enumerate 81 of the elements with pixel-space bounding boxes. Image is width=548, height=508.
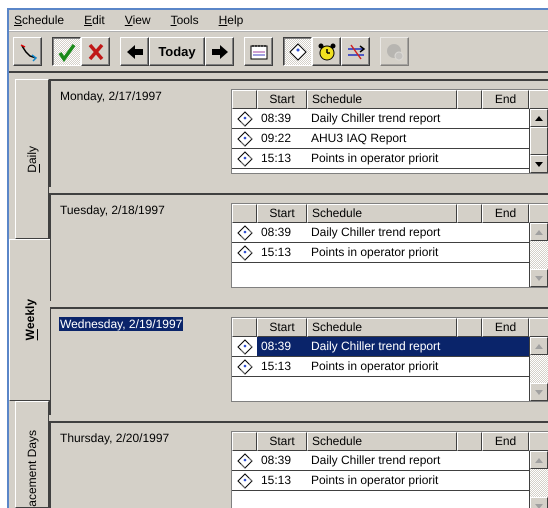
curved-arrow-button[interactable] [13,37,42,66]
right-arrow-button[interactable] [205,37,234,66]
table-cell-text: Daily Chiller trend report [310,224,442,241]
table-cell-text: Daily Chiller trend report [310,338,442,355]
table-cell-text: 08:39 [260,110,292,127]
column-header: End [482,432,529,451]
column-header: Start [257,318,307,337]
table-cell-text: 15:13 [260,472,292,489]
table-cell-text: 09:22 [260,130,292,147]
menu-item[interactable]: Help [218,13,244,27]
table-cell-text: 15:13 [260,244,292,261]
tab[interactable]: Weekly [9,239,50,401]
table-cell-text: Points in operator priorit [310,472,440,489]
table-cell-text: Points in operator priorit [310,244,440,261]
table-cell-text: AHU3 IAQ Report [310,130,408,147]
table-cell-text: Points in operator priorit [310,150,440,167]
menu-item[interactable]: Tools [170,13,199,27]
column-header: Start [257,432,307,451]
crossing-arrows-button[interactable] [341,37,370,66]
left-arrow-button[interactable] [120,37,149,66]
schedule-icon [288,42,308,62]
alarm-clock-icon [316,42,336,62]
table-cell-text: 08:39 [260,338,292,355]
schedule-icon [236,224,252,240]
down-arrow-icon [535,162,543,166]
up-arrow-icon [535,344,543,348]
up-arrow-icon [535,458,543,462]
column-header: Start [257,90,307,109]
check-button[interactable] [52,37,81,66]
schedule-icon [236,338,252,354]
table-row[interactable]: 15:13 Points in operator priorit [232,471,529,491]
date-label: Monday, 2/17/1997 [59,89,163,103]
tab[interactable]: Daily [15,79,49,239]
schedule-icon [236,110,252,126]
table-cell-text: 08:39 [260,224,292,241]
schedule-button[interactable] [283,37,312,66]
table-cell-text: Points in operator priorit [310,358,440,375]
menu-item[interactable]: Edit [84,13,105,27]
down-arrow-icon [535,390,543,394]
table-cell-text: 15:13 [260,358,292,375]
table-cell-text: Daily Chiller trend report [310,452,442,469]
column-header: Schedule [307,204,457,223]
table-row[interactable]: 08:39 Daily Chiller trend report [232,337,529,357]
column-header: End [482,204,529,223]
down-arrow-icon [535,276,543,280]
schedule-icon [236,472,252,488]
table-cell-text: 15:13 [260,150,292,167]
column-header: Schedule [307,432,457,451]
date-label: Tuesday, 2/18/1997 [59,203,166,217]
check-icon [56,42,76,62]
column-header: End [482,90,529,109]
table-cell-text: 08:39 [260,452,292,469]
up-arrow-icon [535,116,543,120]
table-row[interactable]: 15:13 Points in operator priorit [232,243,529,263]
alarm-clock-button[interactable] [312,37,341,66]
schedule-icon [236,130,252,146]
table-row[interactable]: 15:13 Points in operator priorit [232,149,529,169]
schedule-icon [236,244,252,260]
schedule-icon [236,358,252,374]
date-label: Wednesday, 2/19/1997 [59,317,184,331]
scrollbar[interactable] [530,337,548,401]
cross-button[interactable] [81,37,110,66]
column-header: Start [257,204,307,223]
up-arrow-icon [535,230,543,234]
scrollbar[interactable] [530,451,548,508]
date-label: Thursday, 2/20/1997 [59,431,170,445]
schedule-icon [236,452,252,468]
down-arrow-icon [535,504,543,508]
menu-item[interactable]: Schedule [14,13,64,27]
scrollbar[interactable] [530,223,548,287]
column-header: Schedule [307,90,457,109]
column-header: Schedule [307,318,457,337]
scrollbar[interactable] [530,109,548,173]
today-button[interactable]: Today [149,37,205,66]
schedule-icon [236,150,252,166]
table-row[interactable]: 15:13 Points in operator priorit [232,357,529,377]
tab[interactable]: acement Days [15,401,49,508]
table-cell-text: Daily Chiller trend report [310,110,442,127]
column-header: End [482,318,529,337]
menu-item[interactable]: View [124,13,151,27]
notepad-button[interactable] [244,37,273,66]
